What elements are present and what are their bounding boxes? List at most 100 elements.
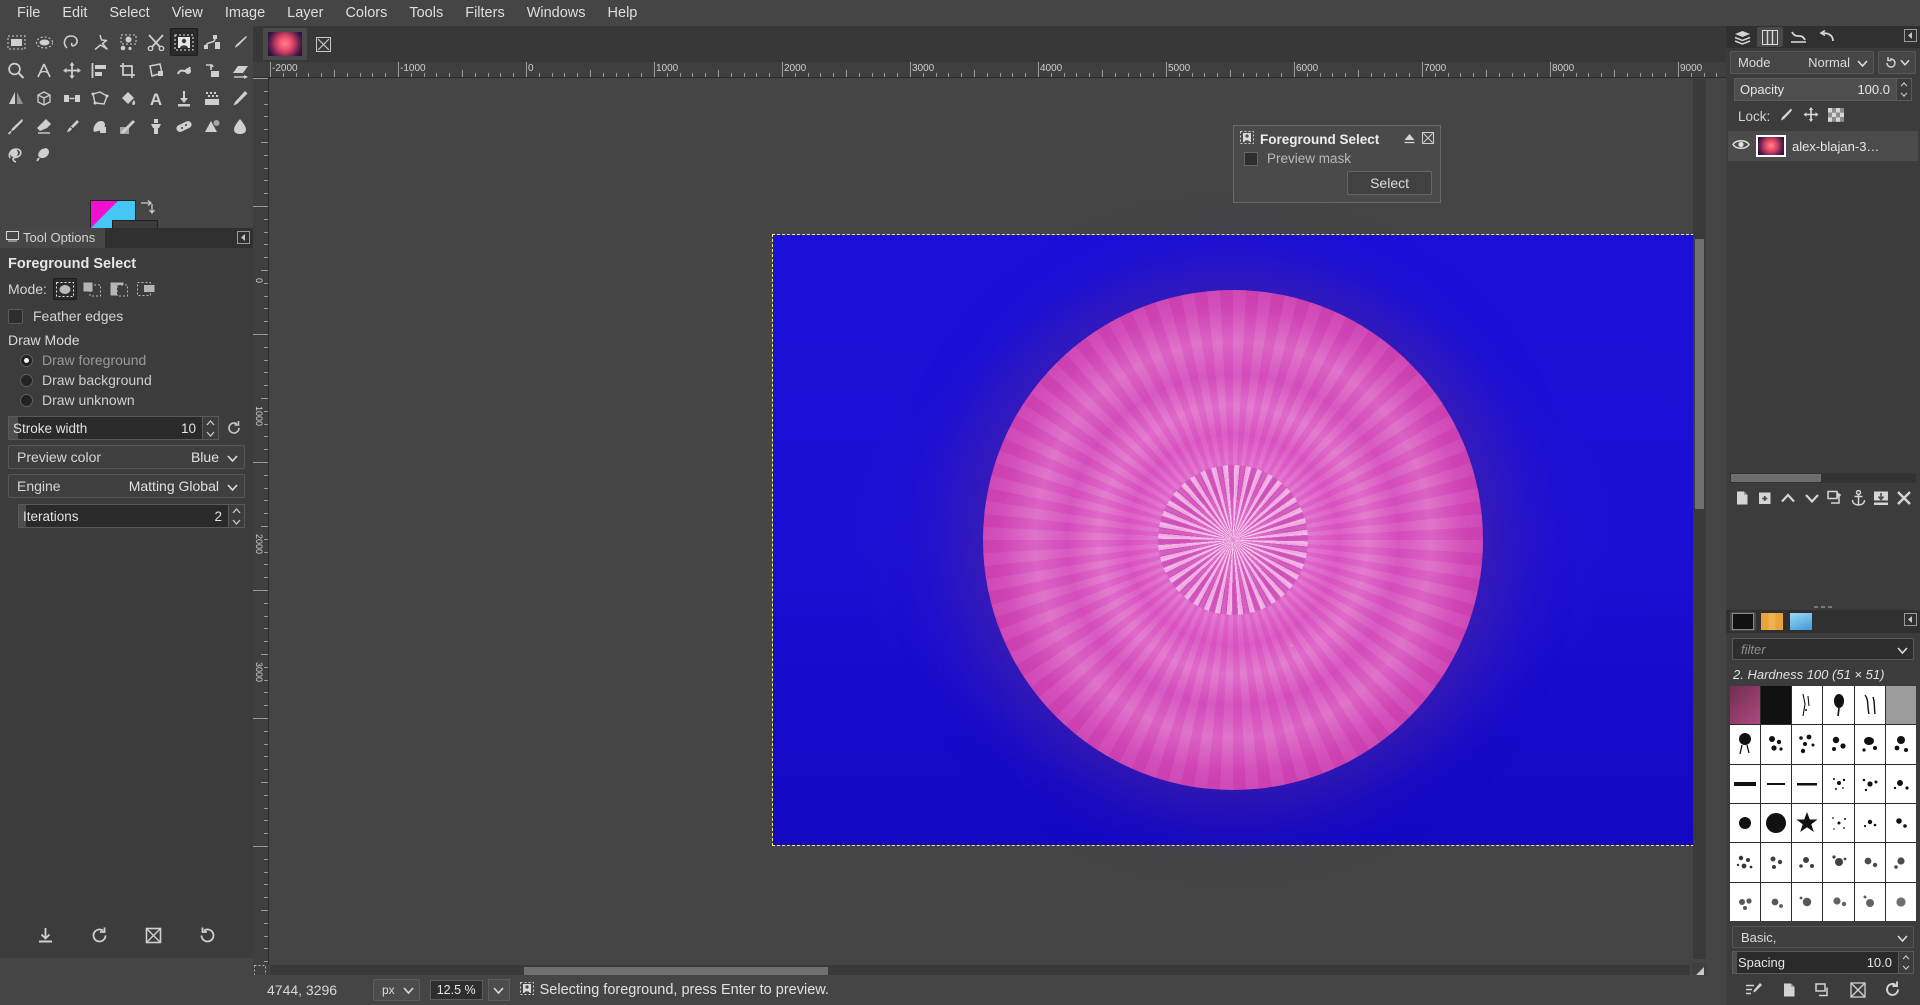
feather-edges-row[interactable]: Feather edges: [0, 306, 253, 326]
paintbrush-icon[interactable]: [2, 112, 30, 140]
zoom-control[interactable]: 12.5 %: [429, 979, 510, 1001]
brush-swatch[interactable]: [1761, 843, 1792, 882]
reset-tool-options-icon[interactable]: [198, 926, 217, 948]
zoom-icon[interactable]: [2, 56, 30, 84]
brush-swatch[interactable]: [1885, 764, 1916, 803]
stroke-width-input[interactable]: Stroke width 10: [8, 416, 203, 440]
duplicate-layer-icon[interactable]: [1827, 490, 1843, 509]
anchor-layer-icon[interactable]: [1851, 489, 1866, 509]
layer-list[interactable]: alex-blajan-3…: [1728, 131, 1918, 486]
raise-layer-icon[interactable]: [1780, 491, 1796, 507]
scrollbar-thumb[interactable]: [1731, 474, 1821, 482]
heal-icon[interactable]: [170, 112, 198, 140]
brush-swatch[interactable]: [1854, 803, 1885, 843]
brush-swatch[interactable]: [1854, 843, 1885, 882]
brush-swatch[interactable]: [1792, 882, 1823, 921]
menu-item-windows[interactable]: Windows: [516, 2, 597, 24]
mypaint-icon[interactable]: [30, 140, 58, 168]
handle-transform-icon[interactable]: [58, 84, 86, 112]
fuzzy-select-icon[interactable]: [86, 28, 114, 56]
brush-swatch[interactable]: [1823, 686, 1854, 725]
smudge-icon[interactable]: [226, 112, 254, 140]
canvas-viewport[interactable]: Foreground Select Preview mask Select: [270, 79, 1709, 978]
select-by-color-icon[interactable]: [114, 28, 142, 56]
mode-intersect-button[interactable]: [134, 278, 158, 300]
transform-icon[interactable]: [142, 56, 170, 84]
unit-combo[interactable]: px: [373, 979, 420, 1001]
horizontal-ruler[interactable]: -2000 -1000 0 1000 2000 3000 4000 5000 6…: [253, 62, 1726, 78]
brush-swatch[interactable]: [1792, 843, 1823, 882]
lock-alpha-icon[interactable]: [1828, 107, 1845, 125]
brush-swatch[interactable]: [1885, 803, 1916, 843]
pencil-icon[interactable]: [226, 84, 254, 112]
dock-menu-icon[interactable]: [237, 231, 250, 247]
menu-item-help[interactable]: Help: [597, 2, 649, 24]
close-icon[interactable]: [1422, 131, 1434, 147]
free-select-icon[interactable]: [58, 28, 86, 56]
ink-icon[interactable]: [86, 112, 114, 140]
3d-transform-icon[interactable]: [30, 84, 58, 112]
restore-tool-preset-icon[interactable]: [90, 926, 109, 948]
swap-colors-icon[interactable]: [139, 199, 155, 218]
bucket-fill-icon[interactable]: [114, 84, 142, 112]
iterations-input[interactable]: Iterations 2: [18, 504, 229, 528]
new-brush-icon[interactable]: [1781, 982, 1797, 1001]
delete-tool-preset-icon[interactable]: [144, 926, 163, 948]
color-picker-icon[interactable]: [226, 28, 254, 56]
chevron-down-icon[interactable]: [1897, 642, 1908, 657]
flip-icon[interactable]: [2, 84, 30, 112]
edit-brush-icon[interactable]: [1745, 982, 1763, 1001]
vertical-ruler[interactable]: 0 1000 2000 3000: [253, 78, 269, 978]
preview-color-combo[interactable]: Preview color Blue: [8, 445, 245, 469]
brush-swatch[interactable]: [1854, 764, 1885, 803]
foreground-select-dialog[interactable]: Foreground Select Preview mask Select: [1233, 125, 1441, 203]
brush-swatch[interactable]: [1854, 882, 1885, 921]
brush-swatch[interactable]: [1885, 843, 1916, 882]
brush-swatch[interactable]: [1823, 764, 1854, 803]
draw-unknown-radio[interactable]: [20, 393, 33, 407]
brush-swatch[interactable]: [1792, 764, 1823, 803]
brush-swatch[interactable]: [1885, 725, 1916, 764]
dither-icon[interactable]: [198, 84, 226, 112]
zoom-value[interactable]: 12.5 %: [429, 980, 483, 1000]
refresh-brushes-icon[interactable]: [1884, 981, 1901, 1001]
perspective-clone-icon[interactable]: [198, 56, 226, 84]
delete-layer-icon[interactable]: [1896, 490, 1912, 509]
radio-draw-background[interactable]: Draw background: [0, 370, 253, 390]
menu-item-select[interactable]: Select: [98, 2, 160, 24]
brush-filter-input[interactable]: filter: [1732, 638, 1914, 660]
menu-item-image[interactable]: Image: [214, 2, 276, 24]
airbrush-icon[interactable]: [58, 112, 86, 140]
tab-paths[interactable]: [1785, 27, 1811, 47]
brush-swatch[interactable]: [1761, 882, 1792, 921]
new-group-icon[interactable]: [1757, 490, 1773, 509]
brush-swatch[interactable]: [1761, 686, 1792, 725]
scrollbar-thumb[interactable]: [1695, 239, 1704, 509]
warp-transform-icon[interactable]: [170, 56, 198, 84]
opacity-stepper[interactable]: [1897, 78, 1912, 101]
spacing-input[interactable]: Spacing 10.0: [1732, 951, 1899, 974]
brush-swatch[interactable]: [1761, 764, 1792, 803]
merge-down-icon[interactable]: [1873, 490, 1889, 509]
stroke-width-reset-icon[interactable]: [223, 416, 245, 440]
radio-draw-unknown[interactable]: Draw unknown: [0, 390, 253, 410]
align-icon[interactable]: [86, 56, 114, 84]
brush-swatch[interactable]: [1730, 882, 1761, 921]
tab-tool-options[interactable]: Tool Options: [0, 228, 106, 248]
lock-position-icon[interactable]: [1803, 107, 1819, 125]
menu-item-file[interactable]: File: [6, 2, 51, 24]
draw-foreground-radio[interactable]: [20, 353, 33, 367]
mode-subtract-button[interactable]: [107, 278, 131, 300]
move-icon[interactable]: [58, 56, 86, 84]
menu-item-filters[interactable]: Filters: [454, 2, 515, 24]
dock-menu-icon[interactable]: [1904, 29, 1917, 45]
mode-replace-button[interactable]: [52, 278, 77, 300]
preview-mask-checkbox[interactable]: [1244, 151, 1258, 166]
menu-item-colors[interactable]: Colors: [334, 2, 398, 24]
menu-item-layer[interactable]: Layer: [276, 2, 334, 24]
brush-swatch[interactable]: [1761, 725, 1792, 764]
select-button[interactable]: Select: [1347, 171, 1432, 195]
brush-swatch[interactable]: [1730, 843, 1761, 882]
brush-swatch[interactable]: [1885, 686, 1916, 725]
layer-list-scrollbar[interactable]: [1730, 473, 1916, 483]
